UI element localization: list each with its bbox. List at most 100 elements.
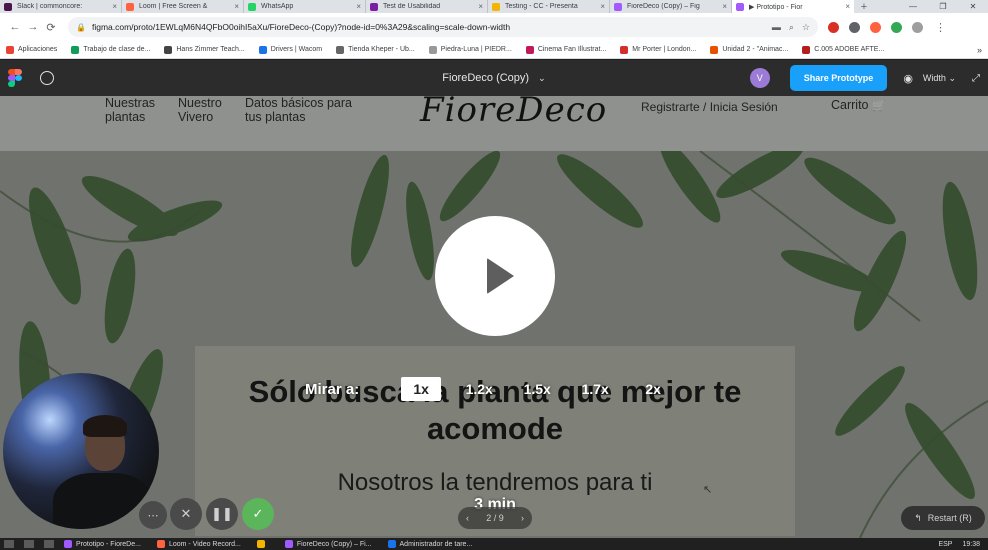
extension-icon[interactable] [849, 21, 860, 33]
bookmark-item[interactable]: Tienda Kheper - Ub... [336, 45, 415, 54]
hero-subtitle: Nosotros la tendremos para ti [337, 469, 653, 496]
taskbar-app-icon [387, 540, 396, 548]
previous-frame-button[interactable]: ‹ [466, 513, 469, 523]
tab-close-icon[interactable]: × [234, 2, 239, 11]
restart-icon: ↰ [914, 512, 922, 523]
address-url[interactable]: figma.com/proto/1EWLqM6N4QFbO0oihI5aXu/F… [92, 22, 764, 32]
brand-logo[interactable]: FioreDeco [420, 96, 607, 130]
taskbar-app[interactable] [256, 540, 269, 548]
taskbar-app-icon [256, 540, 265, 548]
nav-link-nuestras-plantas[interactable]: Nuestras plantas [105, 96, 165, 124]
taskbar-app[interactable]: Loom - Video Record... [156, 540, 241, 548]
back-arrow-icon[interactable]: ← [6, 21, 24, 33]
tab-title: ▶ Prototipo - Fior [749, 3, 803, 11]
browser-tab[interactable]: FioreDeco (Copy) – Fig × [610, 0, 732, 13]
tab-close-icon[interactable]: × [600, 2, 605, 11]
more-options-button[interactable]: ⋯ [139, 501, 167, 529]
browser-tab[interactable]: Testing - CC - Presenta × [488, 0, 610, 13]
bookmarks-more-icon[interactable]: » [977, 45, 982, 55]
taskbar-app-label: Prototipo - FioreDe... [76, 540, 141, 548]
bookmark-favicon-icon [6, 45, 14, 54]
next-frame-button[interactable]: › [521, 513, 524, 523]
taskbar-app-icon [284, 540, 293, 548]
browser-tab[interactable]: Slack | commoncore: × [0, 0, 122, 13]
bookmark-item[interactable]: Cinema Fan Illustrat... [525, 45, 606, 54]
browser-menu-icon[interactable]: ⋮ [935, 21, 946, 34]
close-window-button[interactable]: ✕ [958, 0, 988, 13]
reload-icon[interactable]: ⟳ [42, 21, 60, 34]
language-indicator[interactable]: ESP [938, 541, 952, 548]
zoom-icon[interactable]: ⌕ [789, 22, 794, 33]
fullscreen-icon[interactable]: ⤢ [972, 73, 980, 84]
comment-icon[interactable] [40, 71, 54, 85]
tab-close-icon[interactable]: × [356, 2, 361, 11]
bookmark-item[interactable]: Trabajo de clase de... [71, 45, 150, 54]
start-menu-icon[interactable] [4, 540, 14, 548]
nav-link-nuestro-vivero[interactable]: Nuestro Vivero [178, 96, 234, 124]
bookmark-favicon-icon [620, 45, 629, 54]
address-bar[interactable]: 🔒 figma.com/proto/1EWLqM6N4QFbO0oihI5aXu… [68, 17, 818, 37]
extension-icon[interactable] [828, 21, 839, 33]
clock[interactable]: 19:38 [962, 541, 980, 548]
frame-counter: 2 / 9 [486, 513, 504, 523]
loom-extension-icon[interactable] [870, 21, 881, 33]
maximize-window-button[interactable]: ❐ [928, 0, 958, 13]
width-dropdown[interactable]: Width ⌄ [923, 73, 956, 84]
eye-icon[interactable]: ◉ [903, 72, 913, 85]
restart-button[interactable]: ↰ Restart (R) [901, 506, 985, 530]
taskbar-app[interactable]: Administrador de tare... [387, 540, 472, 548]
task-view-icon[interactable] [44, 540, 54, 548]
search-icon[interactable] [24, 540, 34, 548]
tab-close-icon[interactable]: × [722, 2, 727, 11]
bookmark-item[interactable]: Piedra-Luna | PIEDR... [428, 45, 512, 54]
new-tab-button[interactable]: + [854, 0, 874, 13]
tab-close-icon[interactable]: × [478, 2, 483, 11]
minimize-window-button[interactable]: — [898, 0, 928, 13]
cart-link[interactable]: Carrito 🛒 [831, 98, 886, 112]
video-camera-icon[interactable]: ▬ [772, 22, 781, 32]
bookmarks-bar: Aplicaciones Trabajo de clase de... Hans Z… [0, 41, 988, 59]
bookmark-favicon-icon [164, 45, 173, 54]
share-prototype-button[interactable]: Share Prototype [789, 65, 888, 91]
browser-tab[interactable]: WhatsApp × [244, 0, 366, 13]
tab-close-icon[interactable]: × [112, 2, 117, 11]
taskbar-app[interactable]: FioreDeco (Copy) – Fi... [284, 540, 372, 548]
play-button[interactable] [435, 216, 555, 336]
taskbar-app[interactable]: Prototipo - FioreDe... [64, 540, 141, 548]
tab-title: Loom | Free Screen & [139, 3, 208, 10]
bookmark-item[interactable]: Drivers | Wacom [258, 45, 322, 54]
pause-recording-button[interactable]: ❚❚ [206, 498, 238, 530]
bookmark-item[interactable]: Unidad 2 - "Animac... [710, 45, 788, 54]
speed-option[interactable]: 1.7x [575, 377, 615, 401]
bookmark-item[interactable]: Aplicaciones [6, 45, 57, 54]
bookmark-item[interactable]: Hans Zimmer Teach... [164, 45, 245, 54]
extension-icon[interactable] [891, 21, 902, 33]
finish-recording-button[interactable]: ✓ [242, 498, 274, 530]
profile-avatar-icon[interactable] [912, 21, 923, 33]
speed-option[interactable]: 1x [401, 377, 442, 401]
mouse-cursor-icon: ↖ [703, 484, 713, 496]
bookmark-item[interactable]: C.005 ADOBE AFTE... [802, 45, 884, 54]
window-controls: — ❐ ✕ [898, 0, 988, 13]
bookmark-star-icon[interactable]: ☆ [802, 22, 810, 33]
tab-close-icon[interactable]: × [845, 2, 850, 11]
nav-link-datos-basicos[interactable]: Datos básicos para tus plantas [245, 96, 365, 124]
browser-tab[interactable]: Test de Usabilidad × [366, 0, 488, 13]
webcam-bubble[interactable] [3, 373, 159, 529]
figma-logo-icon[interactable] [8, 69, 22, 87]
cancel-recording-button[interactable]: ✕ [170, 498, 202, 530]
tab-favicon-icon [492, 2, 500, 11]
browser-tab[interactable]: Loom | Free Screen & × [122, 0, 244, 13]
bookmark-item[interactable]: Mr Porter | London... [620, 45, 697, 54]
chevron-down-icon: ⌄ [948, 72, 956, 83]
bookmark-label: Mr Porter | London... [632, 46, 697, 53]
forward-arrow-icon[interactable]: → [24, 21, 42, 33]
user-avatar[interactable]: V [749, 68, 770, 88]
speed-option[interactable]: 1.2x [459, 377, 499, 401]
speed-option[interactable]: 1.5x [517, 377, 557, 401]
speed-option[interactable]: 2x [633, 377, 673, 401]
taskbar-app-icon [64, 540, 72, 548]
bookmark-favicon-icon [258, 45, 267, 54]
register-login-link[interactable]: Registrarte / Inicia Sesión [641, 100, 778, 114]
browser-tab[interactable]: ▶ Prototipo - Fior × [732, 0, 854, 13]
